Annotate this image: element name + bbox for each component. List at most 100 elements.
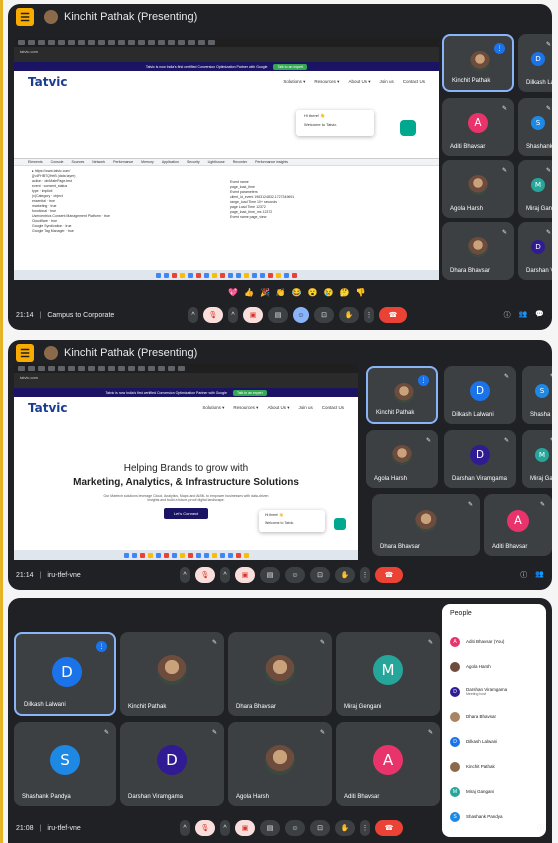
more-options-button[interactable]: ⋮ — [360, 820, 370, 836]
datalayer-row[interactable]: Google Tag Manager · true — [14, 229, 224, 234]
site-nav-item[interactable]: Resources ▾ — [314, 79, 339, 85]
info-icon[interactable]: ⓘ — [520, 570, 527, 580]
chat-icon[interactable]: 💬 — [535, 310, 544, 320]
reactions-button[interactable]: ☺ — [285, 567, 305, 583]
devtools-tab[interactable]: Console — [51, 160, 64, 164]
site-nav-item[interactable]: Contact Us — [403, 79, 425, 85]
address-bar[interactable]: tatvic.com — [14, 47, 439, 56]
more-options-button[interactable]: ⋮ — [364, 307, 374, 323]
participant-tile[interactable]: A ✎ Aditi Bhavsar — [336, 722, 440, 806]
participant-tile[interactable]: A ✎ Aditi Bhavsar — [484, 494, 552, 556]
people-icon[interactable]: 👥 — [519, 310, 528, 320]
tatvic-logo[interactable]: Tatvic — [28, 75, 68, 89]
site-nav-item[interactable]: Resources ▾ — [233, 405, 258, 411]
mic-options-button[interactable]: ^ — [188, 307, 198, 323]
reaction-emoji[interactable]: 👍 — [244, 288, 254, 297]
captions-button[interactable]: ▤ — [260, 567, 280, 583]
talk-expert-button[interactable]: Talk to an expert — [273, 63, 308, 70]
mic-toggle-button[interactable]: 🎙 — [195, 567, 215, 583]
devtools-tab[interactable]: Elements — [28, 160, 43, 164]
cam-options-button[interactable]: ^ — [220, 567, 230, 583]
people-icon[interactable]: 👥 — [535, 570, 544, 580]
leave-call-button[interactable]: ☎ — [379, 307, 407, 323]
participant-tile[interactable]: A ✎ Aditi Bhavsar — [442, 98, 514, 156]
raise-hand-button[interactable]: ✋ — [335, 567, 355, 583]
raise-hand-button[interactable]: ✋ — [339, 307, 359, 323]
people-list-item[interactable]: Dhara Bhavsar — [450, 704, 538, 729]
participant-tile[interactable]: ⋮ Kinchit Pathak — [442, 34, 514, 92]
lets-connect-button[interactable]: Let's Connect — [163, 508, 209, 519]
people-list-item[interactable]: Kinchit Pathak — [450, 754, 538, 779]
participant-tile[interactable]: M✎ Miraj Ga — [522, 430, 552, 488]
participant-tile[interactable]: ✎ Agola Harsh — [228, 722, 332, 806]
camera-toggle-button[interactable]: ▣ — [235, 567, 255, 583]
people-list-item[interactable]: A Aditi Bhavsar (You) — [450, 629, 538, 654]
chat-launcher-button[interactable] — [334, 518, 346, 530]
tatvic-logo[interactable]: Tatvic — [28, 401, 68, 415]
participant-tile[interactable]: ✎ Agola Harsh — [442, 160, 514, 218]
devtools-tab[interactable]: Recorder — [233, 160, 247, 164]
present-button[interactable]: ⊡ — [310, 567, 330, 583]
devtools-tab[interactable]: Lighthouse — [208, 160, 225, 164]
talk-expert-button[interactable]: Talk to an expert — [232, 389, 267, 396]
camera-toggle-button[interactable]: ▣ — [243, 307, 263, 323]
participant-tile[interactable]: M ✎ Miraj Gengani — [336, 632, 440, 716]
leave-call-button[interactable]: ☎ — [375, 820, 403, 836]
devtools-tab[interactable]: Sources — [71, 160, 84, 164]
raise-hand-button[interactable]: ✋ — [335, 820, 355, 836]
devtools-tab[interactable]: Memory — [141, 160, 154, 164]
site-nav-item[interactable]: Join us — [379, 79, 393, 85]
site-nav-item[interactable]: Join us — [298, 405, 312, 411]
site-nav-item[interactable]: Solutions ▾ — [283, 79, 305, 85]
mic-options-button[interactable]: ^ — [180, 820, 190, 836]
present-button[interactable]: ⊡ — [314, 307, 334, 323]
participant-tile[interactable]: ✎ Dhara Bhavsar — [372, 494, 480, 556]
reaction-emoji[interactable]: 😂 — [292, 288, 302, 297]
people-list-item[interactable]: D Dilkash Lalwani — [450, 729, 538, 754]
reactions-button[interactable]: ☺ — [293, 307, 309, 323]
participant-tile[interactable]: ✎ Dhara Bhavsar — [228, 632, 332, 716]
participant-tile[interactable]: D ⋮ Dilkash Lalwani — [14, 632, 116, 716]
devtools-tab[interactable]: Network — [92, 160, 105, 164]
site-nav-item[interactable]: Contact Us — [322, 405, 344, 411]
reaction-emoji[interactable]: 🤔 — [340, 288, 350, 297]
reaction-emoji[interactable]: 💖 — [228, 288, 238, 297]
mic-toggle-button[interactable]: 🎙 — [203, 307, 223, 323]
participant-tile[interactable]: D ✎ Dilkash Lalwani — [444, 366, 516, 424]
site-nav-item[interactable]: About Us ▾ — [348, 79, 370, 85]
participant-tile[interactable]: M ✎ Miraj Gangani — [518, 160, 552, 218]
participant-tile[interactable]: S ✎ Shashank Pandya — [14, 722, 116, 806]
chat-popup[interactable]: Hi there! 👋 Welcome to Tatvic. — [296, 110, 374, 136]
participant-tile[interactable]: ⋮ Kinchit Pathak — [366, 366, 438, 424]
captions-button[interactable]: ▤ — [268, 307, 288, 323]
people-list-item[interactable]: M Miraj Gangani — [450, 779, 538, 804]
participant-tile[interactable]: D ✎ Dilkash Lalwani — [518, 34, 552, 92]
camera-toggle-button[interactable]: ▣ — [235, 820, 255, 836]
more-options-button[interactable]: ⋮ — [360, 567, 370, 583]
chat-launcher-button[interactable] — [400, 120, 416, 136]
cam-options-button[interactable]: ^ — [220, 820, 230, 836]
cam-options-button[interactable]: ^ — [228, 307, 238, 323]
reaction-emoji[interactable]: 👏 — [276, 288, 286, 297]
info-icon[interactable]: ⓘ — [537, 823, 544, 833]
participant-tile[interactable]: D ✎ Darshan Viramgama — [120, 722, 224, 806]
info-icon[interactable]: ⓘ — [504, 310, 511, 320]
participant-tile[interactable]: S✎ Shasha — [522, 366, 552, 424]
participant-tile[interactable]: D ✎ Darshan Viramgama — [518, 222, 552, 280]
mic-options-button[interactable]: ^ — [180, 567, 190, 583]
site-nav-item[interactable]: About Us ▾ — [267, 405, 289, 411]
chat-popup[interactable]: Hi there! 👋 Welcome to Tatvic. — [259, 510, 325, 532]
present-button[interactable]: ⊡ — [310, 820, 330, 836]
participant-tile[interactable]: S ✎ Shashank Pandya — [518, 98, 552, 156]
site-nav-item[interactable]: Solutions ▾ — [202, 405, 224, 411]
participant-tile[interactable]: ✎ Kinchit Pathak — [120, 632, 224, 716]
mic-toggle-button[interactable]: 🎙 — [195, 820, 215, 836]
devtools-tab[interactable]: Security — [187, 160, 200, 164]
devtools-tab[interactable]: Performance — [113, 160, 133, 164]
people-list-item[interactable]: D Darshan Viramgama Meeting host — [450, 679, 538, 704]
captions-button[interactable]: ▤ — [260, 820, 280, 836]
participant-tile[interactable]: ✎ Agola Harsh — [366, 430, 438, 488]
reaction-emoji[interactable]: 👎 — [356, 288, 366, 297]
leave-call-button[interactable]: ☎ — [375, 567, 403, 583]
reaction-emoji[interactable]: 😢 — [324, 288, 334, 297]
